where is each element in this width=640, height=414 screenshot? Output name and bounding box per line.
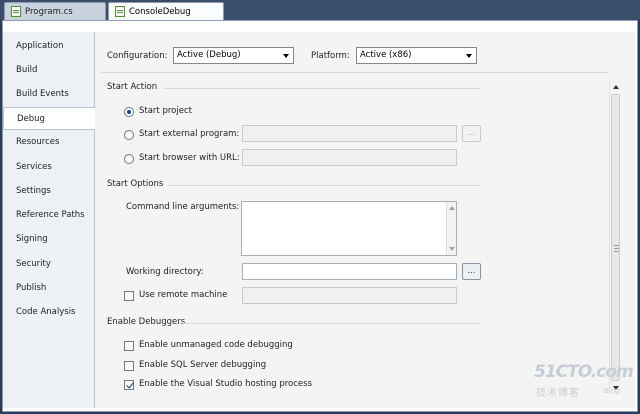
nav-item-build-events[interactable]: Build Events (3, 83, 95, 106)
configuration-dropdown[interactable]: Active (Debug) (173, 47, 294, 64)
watermark-blog: Blog (604, 387, 620, 395)
working-directory-field[interactable] (242, 263, 457, 280)
platform-dropdown[interactable]: Active (x86) (356, 47, 477, 64)
command-line-arguments-field[interactable] (241, 201, 457, 256)
enable-debuggers-heading: Enable Debuggers (107, 317, 186, 327)
working-directory-browse-button[interactable]: ... (462, 263, 481, 280)
remote-machine-field[interactable] (242, 287, 457, 304)
tab-label: ConsoleDebug (129, 6, 191, 17)
nav-item-reference-paths[interactable]: Reference Paths (3, 204, 95, 227)
enable-sql-debugging-label[interactable]: Enable SQL Server debugging (139, 360, 266, 370)
section-rule (183, 323, 481, 324)
start-options-heading: Start Options (107, 179, 164, 189)
section-rule (164, 88, 481, 89)
nav-item-code-analysis[interactable]: Code Analysis (3, 301, 95, 324)
start-project-radio[interactable] (124, 107, 134, 117)
document-tab-strip: Program.cs ConsoleDebug (0, 0, 640, 20)
start-browser-url-label[interactable]: Start browser with URL: (139, 153, 240, 163)
nav-item-publish[interactable]: Publish (3, 277, 95, 300)
chevron-down-icon (466, 54, 472, 58)
nav-item-application[interactable]: Application (3, 35, 95, 58)
textarea-scrollbar[interactable] (446, 202, 456, 255)
grip-icon (614, 245, 619, 252)
external-program-browse-button[interactable]: ... (462, 125, 481, 142)
configuration-label: Configuration: (107, 51, 168, 61)
nav-item-settings[interactable]: Settings (3, 180, 95, 203)
scroll-up-icon (449, 206, 455, 210)
start-action-heading: Start Action (107, 82, 158, 92)
properties-nav: Application Build Build Events Debug Res… (3, 32, 96, 408)
nav-item-resources[interactable]: Resources (3, 131, 95, 154)
divider (101, 72, 609, 73)
nav-item-signing[interactable]: Signing (3, 228, 95, 251)
use-remote-machine-checkbox[interactable] (124, 291, 134, 301)
watermark-brand: 51CTO.com (534, 362, 634, 382)
project-properties-icon (115, 6, 125, 17)
scroll-down-icon (449, 247, 455, 251)
nav-item-debug[interactable]: Debug (3, 107, 96, 130)
scroll-thumb[interactable] (611, 94, 620, 381)
scroll-up-icon[interactable] (613, 85, 619, 89)
watermark: 51CTO.com 技术博客 Blog (534, 362, 634, 402)
platform-label: Platform: (311, 51, 350, 61)
enable-unmanaged-debugging-checkbox[interactable] (124, 341, 134, 351)
chevron-down-icon (283, 54, 289, 58)
tab-program-cs[interactable]: Program.cs (4, 2, 106, 20)
start-project-label[interactable]: Start project (139, 106, 192, 116)
command-line-arguments-label: Command line arguments: (126, 202, 240, 212)
start-external-program-label[interactable]: Start external program: (139, 129, 239, 139)
use-remote-machine-label[interactable]: Use remote machine (139, 290, 227, 300)
configuration-value: Active (Debug) (177, 50, 241, 60)
platform-value: Active (x86) (360, 50, 412, 60)
nav-item-services[interactable]: Services (3, 156, 95, 179)
tab-console-debug[interactable]: ConsoleDebug (108, 2, 224, 20)
start-external-program-radio[interactable] (124, 130, 134, 140)
working-directory-label: Working directory: (126, 267, 204, 277)
nav-item-build[interactable]: Build (3, 59, 95, 82)
section-rule (168, 185, 481, 186)
page-vertical-scrollbar[interactable] (609, 81, 622, 394)
browser-url-field[interactable] (242, 149, 457, 166)
enable-hosting-process-checkbox[interactable] (124, 380, 134, 390)
nav-item-security[interactable]: Security (3, 253, 95, 276)
enable-unmanaged-debugging-label[interactable]: Enable unmanaged code debugging (139, 340, 293, 350)
csharp-file-icon (11, 6, 21, 17)
tab-label: Program.cs (25, 6, 73, 17)
watermark-subtitle: 技术博客 (536, 388, 580, 399)
enable-hosting-process-label[interactable]: Enable the Visual Studio hosting process (139, 379, 312, 389)
external-program-field[interactable] (242, 125, 457, 142)
enable-sql-debugging-checkbox[interactable] (124, 361, 134, 371)
start-browser-url-radio[interactable] (124, 154, 134, 164)
